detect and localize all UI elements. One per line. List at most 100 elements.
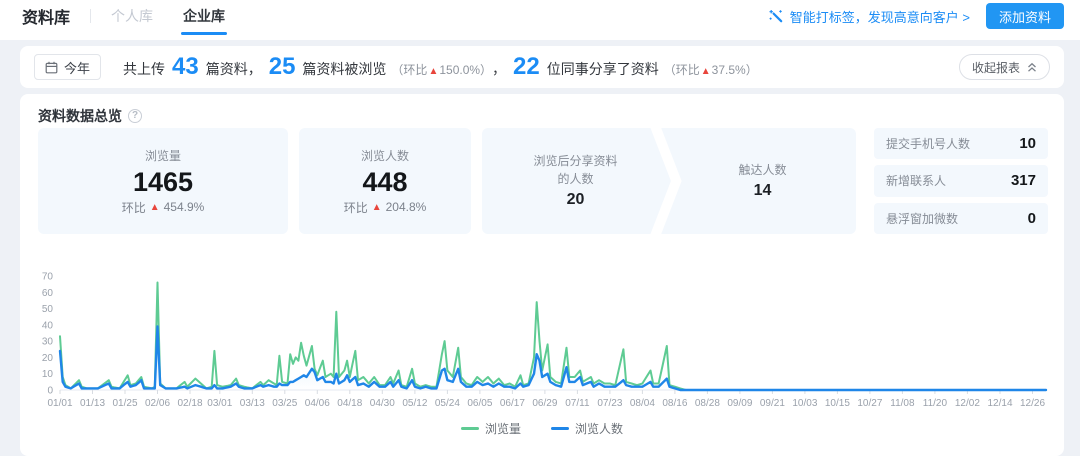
shared-hb-ratio: （环比▲37.5%） xyxy=(664,61,758,78)
header-divider xyxy=(90,9,91,23)
smart-tag-link[interactable]: 智能打标签，发现高意向客户 > xyxy=(769,7,970,26)
trend-line-chart: 0 10 20 30 40 50 60 70 01/01 01/13 01/25 02/06 02/18… xyxy=(34,270,1050,416)
side-stats-column: 提交手机号人数 10 新增联系人 317 悬浮窗加微数 0 xyxy=(874,128,1048,234)
up-triangle-icon: ▲ xyxy=(372,202,382,213)
stat-label: 浏览量 xyxy=(145,147,181,164)
svg-text:09/09: 09/09 xyxy=(727,398,752,409)
svg-text:06/17: 06/17 xyxy=(500,398,525,409)
summary-text: 篇资料被浏览 xyxy=(302,59,386,79)
summary-text: 共上传 xyxy=(123,59,165,79)
side-stat-floating-window-adds: 悬浮窗加微数 0 xyxy=(874,203,1048,234)
side-stat-value: 317 xyxy=(1011,172,1036,189)
svg-text:10/15: 10/15 xyxy=(825,398,850,409)
svg-text:10/27: 10/27 xyxy=(857,398,882,409)
tab-enterprise-library[interactable]: 企业库 xyxy=(183,6,225,26)
svg-text:12/26: 12/26 xyxy=(1020,398,1045,409)
stat-value: 448 xyxy=(362,169,407,196)
up-triangle-icon: ▲ xyxy=(150,202,160,213)
stat-ratio: 环比▲454.9% xyxy=(122,199,205,216)
funnel-step-reached: 触达人数 14 xyxy=(669,128,856,234)
panel-title-label: 资料数据总览 xyxy=(38,106,122,126)
page-title: 资料库 xyxy=(22,4,70,28)
funnel-chevron-divider xyxy=(649,128,683,234)
svg-text:10: 10 xyxy=(42,369,54,380)
funnel-step-share-after-view: 浏览后分享资料 的人数 20 xyxy=(482,128,669,234)
svg-text:05/24: 05/24 xyxy=(435,398,460,409)
funnel-card: 浏览后分享资料 的人数 20 触达人数 14 xyxy=(482,128,856,234)
svg-text:11/08: 11/08 xyxy=(890,398,915,409)
period-label: 今年 xyxy=(64,58,90,77)
svg-text:40: 40 xyxy=(42,320,54,331)
svg-text:0: 0 xyxy=(47,386,53,397)
up-triangle-icon: ▲ xyxy=(428,66,438,77)
stat-value: 1465 xyxy=(133,169,193,196)
stat-ratio: 环比▲204.8% xyxy=(344,199,427,216)
summary-text: ， xyxy=(492,59,506,79)
svg-text:12/02: 12/02 xyxy=(955,398,980,409)
shared-count: 22 xyxy=(513,55,540,79)
svg-text:06/05: 06/05 xyxy=(467,398,492,409)
panel-title: 资料数据总览 ? xyxy=(38,106,142,126)
svg-text:30: 30 xyxy=(42,337,54,348)
help-icon[interactable]: ? xyxy=(128,109,142,123)
funnel-label: 浏览后分享资料 的人数 xyxy=(533,153,617,188)
svg-text:08/04: 08/04 xyxy=(630,398,655,409)
side-stat-phone-submitted: 提交手机号人数 10 xyxy=(874,128,1048,159)
svg-text:08/16: 08/16 xyxy=(662,398,687,409)
viewed-hb-ratio: （环比▲150.0%） xyxy=(391,61,492,78)
svg-text:03/01: 03/01 xyxy=(207,398,232,409)
viewed-count: 25 xyxy=(269,55,296,79)
svg-text:09/21: 09/21 xyxy=(760,398,785,409)
svg-text:02/18: 02/18 xyxy=(177,398,202,409)
funnel-label: 触达人数 xyxy=(738,162,786,179)
svg-text:50: 50 xyxy=(42,304,54,315)
summary-text: 位同事分享了资料 xyxy=(547,59,659,79)
stat-label: 浏览人数 xyxy=(361,147,409,164)
collapse-report-label: 收起报表 xyxy=(972,59,1020,76)
svg-text:08/28: 08/28 xyxy=(695,398,720,409)
svg-text:20: 20 xyxy=(42,353,54,364)
material-library-page: { "header": { "title": "资料库", "tabs": [ … xyxy=(0,0,1080,429)
summary-bar: 今年 共上传 43 篇资料， 25 篇资料被浏览 （环比▲150.0%） ， 2… xyxy=(20,46,1064,88)
svg-text:02/06: 02/06 xyxy=(145,398,170,409)
svg-text:12/14: 12/14 xyxy=(987,398,1012,409)
overview-panel: 资料数据总览 ? 浏览量 1465 环比▲454.9% 浏览人数 448 环比▲… xyxy=(20,94,1064,456)
svg-text:60: 60 xyxy=(42,288,54,299)
svg-text:70: 70 xyxy=(42,272,54,283)
funnel-value: 14 xyxy=(754,182,772,200)
stat-cards-row: 浏览量 1465 环比▲454.9% 浏览人数 448 环比▲204.8% 浏览… xyxy=(38,128,1048,234)
page-header: 资料库 个人库 企业库 智能打标签，发现高意向客户 > 添加资料 xyxy=(0,0,1080,40)
svg-text:04/18: 04/18 xyxy=(337,398,362,409)
svg-text:01/25: 01/25 xyxy=(112,398,137,409)
svg-text:03/25: 03/25 xyxy=(272,398,297,409)
summary-sentence: 共上传 43 篇资料， 25 篇资料被浏览 （环比▲150.0%） ， 22 位… xyxy=(123,55,758,79)
smart-tag-link-label: 智能打标签，发现高意向客户 > xyxy=(790,7,970,26)
side-stat-value: 0 xyxy=(1028,210,1036,227)
calendar-icon xyxy=(45,61,58,74)
funnel-value: 20 xyxy=(567,191,585,209)
svg-text:11/20: 11/20 xyxy=(923,398,948,409)
svg-text:01/01: 01/01 xyxy=(47,398,72,409)
svg-text:06/29: 06/29 xyxy=(532,398,557,409)
svg-text:04/06: 04/06 xyxy=(305,398,330,409)
svg-text:07/23: 07/23 xyxy=(597,398,622,409)
svg-text:03/13: 03/13 xyxy=(240,398,265,409)
svg-text:05/12: 05/12 xyxy=(402,398,427,409)
tab-personal-library[interactable]: 个人库 xyxy=(111,6,153,26)
svg-text:04/30: 04/30 xyxy=(370,398,395,409)
up-triangle-icon: ▲ xyxy=(701,66,711,77)
double-chevron-up-icon xyxy=(1027,62,1037,73)
svg-text:07/11: 07/11 xyxy=(565,398,590,409)
side-stat-label: 提交手机号人数 xyxy=(886,135,970,152)
add-material-button[interactable]: 添加资料 xyxy=(986,3,1064,29)
stat-card-page-views: 浏览量 1465 环比▲454.9% xyxy=(38,128,288,234)
svg-text:01/13: 01/13 xyxy=(80,398,105,409)
side-stat-label: 悬浮窗加微数 xyxy=(886,210,958,227)
summary-text: 篇资料， xyxy=(206,59,262,79)
side-stat-new-contacts: 新增联系人 317 xyxy=(874,165,1048,196)
side-stat-value: 10 xyxy=(1019,135,1036,152)
side-stat-label: 新增联系人 xyxy=(886,172,946,189)
stat-card-unique-viewers: 浏览人数 448 环比▲204.8% xyxy=(299,128,471,234)
period-selector[interactable]: 今年 xyxy=(34,54,101,80)
collapse-report-button[interactable]: 收起报表 xyxy=(959,54,1050,80)
